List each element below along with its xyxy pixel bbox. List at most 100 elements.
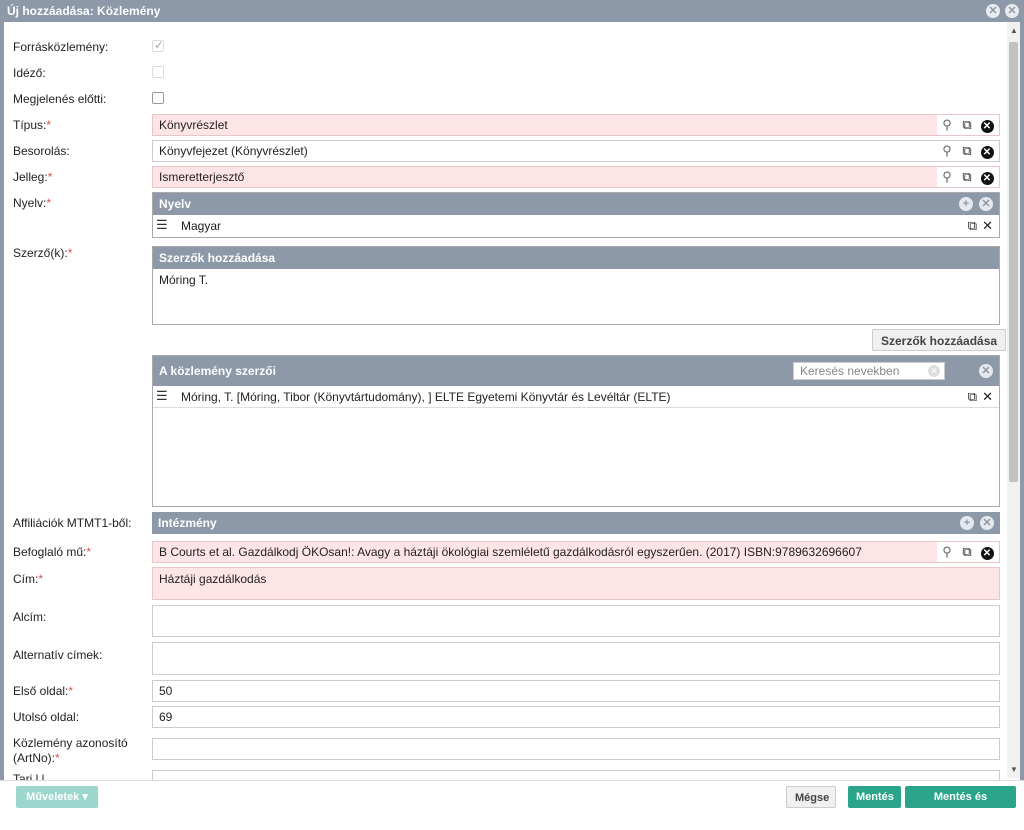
close-icon[interactable]: ✕ (1005, 4, 1019, 18)
search-icon[interactable]: ⚲ (939, 143, 955, 159)
open-external-icon[interactable]: ⧉ (968, 386, 977, 408)
author-search-input[interactable]: Keresés nevekben ✕ (793, 362, 945, 380)
muveletek-label: Műveletek (26, 791, 80, 803)
muveletek-button[interactable]: Műveletek ▾ (16, 786, 98, 808)
befoglalo-mu-label: Befoglaló mű:* (13, 545, 92, 559)
intezmeny-panel: Intézmény + ✕ (152, 512, 1000, 535)
tipus-label-text: Típus: (13, 118, 47, 132)
befoglalo-mu-label-text: Befoglaló mű: (13, 545, 87, 559)
save-button[interactable]: Mentés (848, 786, 901, 808)
clear-search-icon[interactable]: ✕ (928, 365, 940, 377)
befoglalo-mu-field[interactable]: B Courts et al. Gazdálkodj ÖKOsan!: Avag… (152, 541, 1000, 563)
scrollbar-thumb[interactable] (1009, 42, 1018, 482)
list-item[interactable]: ☰ Móring, T. [Móring, Tibor (Könyvtártud… (153, 386, 999, 408)
forraskozlemeny-label: Forrásközlemény: (13, 40, 109, 54)
clear-icon[interactable]: ✕ (979, 544, 995, 560)
drag-handle-icon[interactable]: ☰ (156, 218, 168, 232)
minimize-icon[interactable]: ✕ (986, 4, 1000, 18)
tipus-value: Könyvrészlet (159, 118, 228, 132)
scroll-up-icon[interactable]: ▲ (1010, 26, 1018, 35)
truncated-field[interactable] (152, 770, 1000, 780)
szerzok-label-text: Szerző(k): (13, 246, 68, 260)
kozlemeny-szerzoi-title: A közlemény szerzői (159, 364, 276, 378)
footer-bar: Műveletek ▾ Mégse Mentés Mentés és bezár… (0, 780, 1024, 825)
scrollbar[interactable]: ▲ ▼ (1007, 22, 1020, 778)
tipus-field[interactable]: Könyvrészlet ⚲ ⧉ ✕ (152, 114, 1000, 136)
jelleg-value: Ismeretterjesztő (159, 170, 245, 184)
nyelv-label-text: Nyelv: (13, 196, 47, 210)
open-external-icon[interactable]: ⧉ (959, 117, 975, 133)
befoglalo-mu-actions: ⚲ ⧉ ✕ (937, 542, 999, 562)
nyelv-label: Nyelv:* (13, 196, 52, 210)
clear-icon[interactable]: ✕ (979, 169, 995, 185)
open-external-icon[interactable]: ⧉ (959, 143, 975, 159)
elso-oldal-field[interactable]: 50 (152, 680, 1000, 702)
alternativ-cimek-field[interactable] (152, 642, 1000, 675)
besorolas-actions: ⚲ ⧉ ✕ (937, 141, 999, 161)
add-authors-button[interactable]: Szerzők hozzáadása (872, 329, 1007, 351)
besorolas-value: Könyvfejezet (Könyvrészlet) (159, 144, 308, 158)
alcim-label: Alcím: (13, 610, 47, 624)
add-icon[interactable]: + (960, 516, 974, 530)
window-titlebar: Új hozzáadása: Közlemény ✕ ✕ (0, 0, 1024, 22)
search-icon[interactable]: ⚲ (939, 117, 955, 133)
drag-handle-icon[interactable]: ☰ (156, 389, 168, 403)
szerzok-panel-title: Szerzők hozzáadása (159, 251, 276, 265)
cim-value: Háztáji gazdálkodás (159, 572, 267, 586)
open-external-icon[interactable]: ⧉ (968, 215, 977, 237)
artno-field[interactable] (152, 738, 1000, 760)
szerzok-textarea[interactable]: Móring T. (153, 269, 999, 324)
jelleg-actions: ⚲ ⧉ ✕ (937, 167, 999, 187)
clear-icon[interactable]: ✕ (979, 143, 995, 159)
search-icon[interactable]: ⚲ (939, 169, 955, 185)
jelleg-label: Jelleg:* (13, 170, 53, 184)
open-external-icon[interactable]: ⧉ (959, 544, 975, 560)
jelleg-field[interactable]: Ismeretterjesztő ⚲ ⧉ ✕ (152, 166, 1000, 188)
nyelv-panel-title: Nyelv (159, 197, 192, 211)
add-icon[interactable]: + (959, 197, 973, 211)
forraskozlemeny-checkbox[interactable]: ✓ (152, 38, 165, 52)
window-title: Új hozzáadása: Közlemény (7, 4, 161, 18)
tipus-label: Típus:* (13, 118, 52, 132)
megjelenes-elotti-checkbox[interactable] (152, 92, 164, 104)
utolso-oldal-field[interactable]: 69 (152, 706, 1000, 728)
szerzok-panel-header: Szerzők hozzáadása (153, 247, 999, 269)
check-icon: ✓ (154, 38, 165, 52)
elso-oldal-label-text: Első oldal: (13, 684, 69, 698)
artno-label: Közlemény azonosító (ArtNo):* (13, 736, 128, 765)
idezo-label: Idéző: (13, 66, 46, 80)
elso-oldal-value: 50 (159, 684, 173, 698)
artno-label-line1: Közlemény azonosító (13, 736, 128, 750)
clear-icon[interactable]: ✕ (979, 117, 995, 133)
idezo-checkbox[interactable] (152, 66, 164, 78)
remove-all-icon[interactable]: ✕ (979, 364, 993, 378)
szerzok-textarea-value: Móring T. (159, 273, 209, 287)
szerzok-label: Szerző(k):* (13, 246, 73, 260)
scroll-down-icon[interactable]: ▼ (1010, 765, 1018, 774)
besorolas-label: Besorolás: (13, 144, 70, 158)
list-item[interactable]: ☰ Magyar ⧉ ✕ (153, 215, 999, 237)
open-external-icon[interactable]: ⧉ (959, 169, 975, 185)
cancel-button[interactable]: Mégse (786, 786, 836, 808)
cim-label: Cím:* (13, 572, 44, 586)
remove-all-icon[interactable]: ✕ (980, 516, 994, 530)
cim-field[interactable]: Háztáji gazdálkodás (152, 567, 1000, 600)
caret-down-icon: ▾ (82, 791, 88, 803)
artno-label-line2: (ArtNo): (13, 751, 55, 765)
remove-icon[interactable]: ✕ (982, 386, 993, 408)
intezmeny-panel-header: Intézmény + ✕ (152, 512, 1000, 534)
remove-all-icon[interactable]: ✕ (979, 197, 993, 211)
alcim-field[interactable] (152, 605, 1000, 637)
megjelenes-elotti-label: Megjelenés előtti: (13, 92, 107, 106)
truncated-label: Tari l l (13, 772, 45, 780)
nyelv-item-label: Magyar (181, 219, 222, 233)
befoglalo-mu-value: B Courts et al. Gazdálkodj ÖKOsan!: Avag… (159, 545, 862, 559)
cim-label-text: Cím: (13, 572, 39, 586)
nyelv-panel: Nyelv + ✕ ☰ Magyar ⧉ ✕ (152, 192, 1000, 238)
kozlemeny-szerzoi-header: A közlemény szerzői Keresés nevekben ✕ ✕ (153, 356, 999, 386)
remove-icon[interactable]: ✕ (982, 215, 993, 237)
besorolas-field[interactable]: Könyvfejezet (Könyvrészlet) ⚲ ⧉ ✕ (152, 140, 1000, 162)
author-search-placeholder: Keresés nevekben (800, 364, 900, 378)
save-close-button[interactable]: Mentés és bezárás (905, 786, 1016, 825)
search-icon[interactable]: ⚲ (939, 544, 955, 560)
